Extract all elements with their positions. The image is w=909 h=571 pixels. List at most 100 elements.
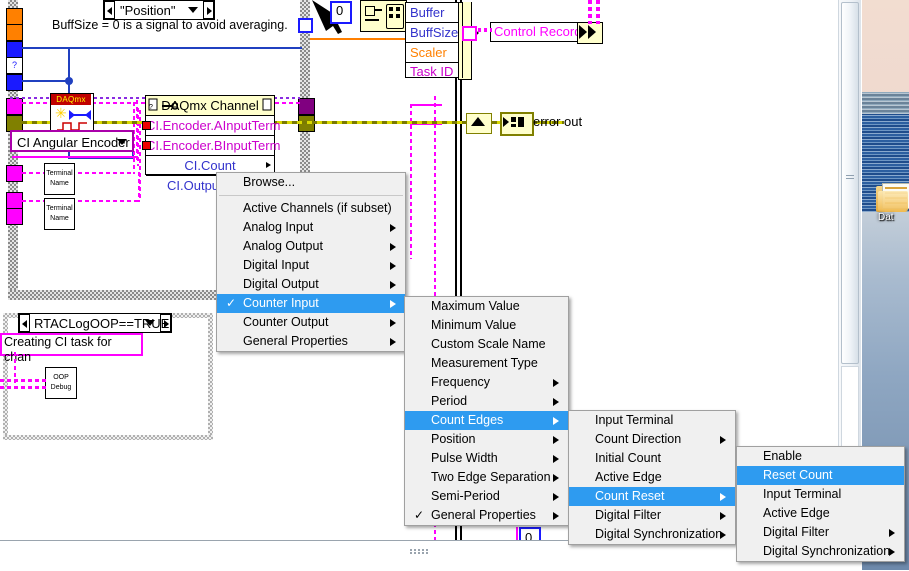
terminal-magenta-2[interactable] xyxy=(6,165,23,182)
control-records-rail-1 xyxy=(588,0,592,24)
window-resize-grip[interactable] xyxy=(410,549,428,554)
menu-item-digital-synchronization[interactable]: Digital Synchronization xyxy=(569,525,735,544)
terminal-blue-small-right[interactable] xyxy=(298,18,313,33)
menu-item-semi-period[interactable]: Semi-Period xyxy=(405,487,568,506)
menu-item-custom-scale-name[interactable]: Custom Scale Name xyxy=(405,335,568,354)
wire-orange-scaler xyxy=(310,38,406,40)
control-records-arrows xyxy=(579,25,596,39)
position-right-arrow[interactable] xyxy=(203,1,214,19)
chevron-right-icon xyxy=(553,417,559,425)
terminal-blue-1[interactable] xyxy=(6,41,23,58)
menu-item-count-direction[interactable]: Count Direction xyxy=(569,430,735,449)
menu-item-label: Count Edges xyxy=(431,413,504,427)
terminal-blue-2[interactable] xyxy=(6,74,23,91)
desktop-folder-label: Dat xyxy=(878,212,894,223)
terminal-purple-right[interactable] xyxy=(298,98,315,115)
zero-value-top: 0 xyxy=(336,3,344,18)
menu-item-initial-count[interactable]: Initial Count xyxy=(569,449,735,468)
error-merge-arrow-icon xyxy=(471,117,485,126)
daqmx-channel-property-node[interactable]: ? DAQmx Channel CI.Encoder.AInputTerm CI… xyxy=(142,95,280,193)
menu-item-two-edge-separation[interactable]: Two Edge Separation xyxy=(405,468,568,487)
control-records-node-square[interactable] xyxy=(462,26,477,41)
menu-item-label: Custom Scale Name xyxy=(431,337,546,351)
menu-item-label: Initial Count xyxy=(595,451,662,465)
menu-item-position[interactable]: Position xyxy=(405,430,568,449)
menu-item-general-properties[interactable]: General Properties xyxy=(217,332,405,351)
case-selector-dropdown-arrow[interactable] xyxy=(145,320,155,326)
menu-item-input-terminal[interactable]: Input Terminal xyxy=(569,411,735,430)
menu-item-label: Maximum Value xyxy=(431,299,520,313)
menu-item-reset-count[interactable]: Reset Count xyxy=(737,466,904,485)
desktop-folder-icon[interactable] xyxy=(876,183,909,213)
menu-item-maximum-value[interactable]: Maximum Value xyxy=(405,297,568,316)
wire-magenta-dashed-4 xyxy=(22,200,140,202)
terminal-orange-2[interactable] xyxy=(6,24,23,41)
menu-item-label: Frequency xyxy=(431,375,491,389)
menu-item-active-edge[interactable]: Active Edge xyxy=(737,504,904,523)
terminal-name-text-1: Terminal Name xyxy=(46,170,73,187)
terminal-magenta-4[interactable] xyxy=(6,208,23,225)
menu-item-digital-filter[interactable]: Digital Filter xyxy=(569,506,735,525)
menu-item-label: Count Reset xyxy=(595,489,665,503)
menu-item-label: Enable xyxy=(763,449,802,463)
check-icon: ✓ xyxy=(414,508,425,522)
menu-item-period[interactable]: Period xyxy=(405,392,568,411)
terminal-question[interactable]: ? xyxy=(6,57,23,74)
counter-input-submenu[interactable]: Maximum Value Minimum Value Custom Scale N… xyxy=(404,296,569,526)
numeric-constant-zero-bottom[interactable]: 0 xyxy=(519,527,541,540)
menu-item-frequency[interactable]: Frequency xyxy=(405,373,568,392)
menu-item-digital-filter[interactable]: Digital Filter xyxy=(737,523,904,542)
menu-item-analog-output[interactable]: Analog Output xyxy=(217,237,405,256)
menu-item-label: Analog Output xyxy=(243,239,323,253)
daqmx-create-channel-node[interactable]: DAQmx ✳ xyxy=(50,93,94,135)
position-dropdown-arrow[interactable] xyxy=(188,7,198,13)
case-selector-label[interactable]: RTACLogOOP==TRUE xyxy=(18,313,172,333)
terminal-magenta-1[interactable] xyxy=(6,98,23,115)
menu-item-digital-input[interactable]: Digital Input xyxy=(217,256,405,275)
menu-item-counter-output[interactable]: Counter Output xyxy=(217,313,405,332)
channel-type-dropdown-arrow[interactable] xyxy=(117,139,127,145)
menu-item-label: Browse... xyxy=(243,175,296,189)
menu-item-measurement-type[interactable]: Measurement Type xyxy=(405,354,568,373)
menu-item-general-properties[interactable]: ✓ General Properties xyxy=(405,506,568,525)
menu-item-input-terminal[interactable]: Input Terminal xyxy=(737,485,904,504)
terminal-orange-1[interactable] xyxy=(6,8,23,25)
menu-item-active-edge[interactable]: Active Edge xyxy=(569,468,735,487)
lower-case-structure-bottom xyxy=(3,435,213,440)
menu-item-browse[interactable]: Browse... xyxy=(217,173,405,192)
property-row-binputterm[interactable]: CI.Encoder.BInputTerm xyxy=(142,136,280,156)
count-edges-submenu[interactable]: Input Terminal Count Direction Initial Cou… xyxy=(568,410,736,545)
position-enum-control[interactable]: "Position" xyxy=(103,0,215,20)
menu-item-count-edges[interactable]: Count Edges xyxy=(405,411,568,430)
menu-item-analog-input[interactable]: Analog Input xyxy=(217,218,405,237)
menu-item-minimum-value[interactable]: Minimum Value xyxy=(405,316,568,335)
menu-item-counter-input[interactable]: ✓ Counter Input xyxy=(217,294,405,313)
count-reset-submenu[interactable]: Enable Reset Count Input Terminal Active Ed… xyxy=(736,446,905,562)
bundle-cluster-node[interactable] xyxy=(360,0,407,32)
property-row-ainputterm[interactable]: CI.Encoder.AInputTerm xyxy=(142,116,280,136)
position-left-arrow[interactable] xyxy=(104,1,115,19)
numeric-constant-zero-top[interactable]: 0 xyxy=(330,1,352,24)
menu-item-label: Digital Synchronization xyxy=(763,544,891,558)
case-selector-left-arrow[interactable] xyxy=(19,314,30,332)
terminal-name-box-2[interactable]: Terminal Name xyxy=(44,198,75,230)
channel-type-enum[interactable]: CI Angular Encoder xyxy=(10,130,134,152)
property-root-menu[interactable]: Browse... Active Channels (if subset) Anal… xyxy=(216,172,406,352)
folder-front xyxy=(878,191,908,212)
terminal-magenta-3[interactable] xyxy=(6,192,23,209)
buffsize-comment: BuffSize = 0 is a signal to avoid averag… xyxy=(52,18,288,32)
string-constant-creating-ci-task[interactable]: Creating CI task for chan xyxy=(0,333,143,364)
terminal-name-box-1[interactable]: Terminal Name xyxy=(44,163,75,195)
vertical-scrollbar-thumb[interactable] xyxy=(841,2,859,364)
menu-item-count-reset[interactable]: Count Reset xyxy=(569,487,735,506)
chevron-right-icon xyxy=(553,398,559,406)
menu-item-enable[interactable]: Enable xyxy=(737,447,904,466)
menu-item-digital-output[interactable]: Digital Output xyxy=(217,275,405,294)
menu-item-active-channels-if-subset[interactable]: Active Channels (if subset) xyxy=(217,199,405,218)
wire-blue-junction-dot xyxy=(65,77,73,85)
property-row-dot-1 xyxy=(142,121,151,130)
oop-debug-subvi[interactable]: OOP Debug xyxy=(45,367,77,399)
cluster-labels-box[interactable]: Buffer BuffSize Scaler Task ID xyxy=(405,2,459,79)
menu-item-digital-synchronization[interactable]: Digital Synchronization xyxy=(737,542,904,561)
menu-item-pulse-width[interactable]: Pulse Width xyxy=(405,449,568,468)
